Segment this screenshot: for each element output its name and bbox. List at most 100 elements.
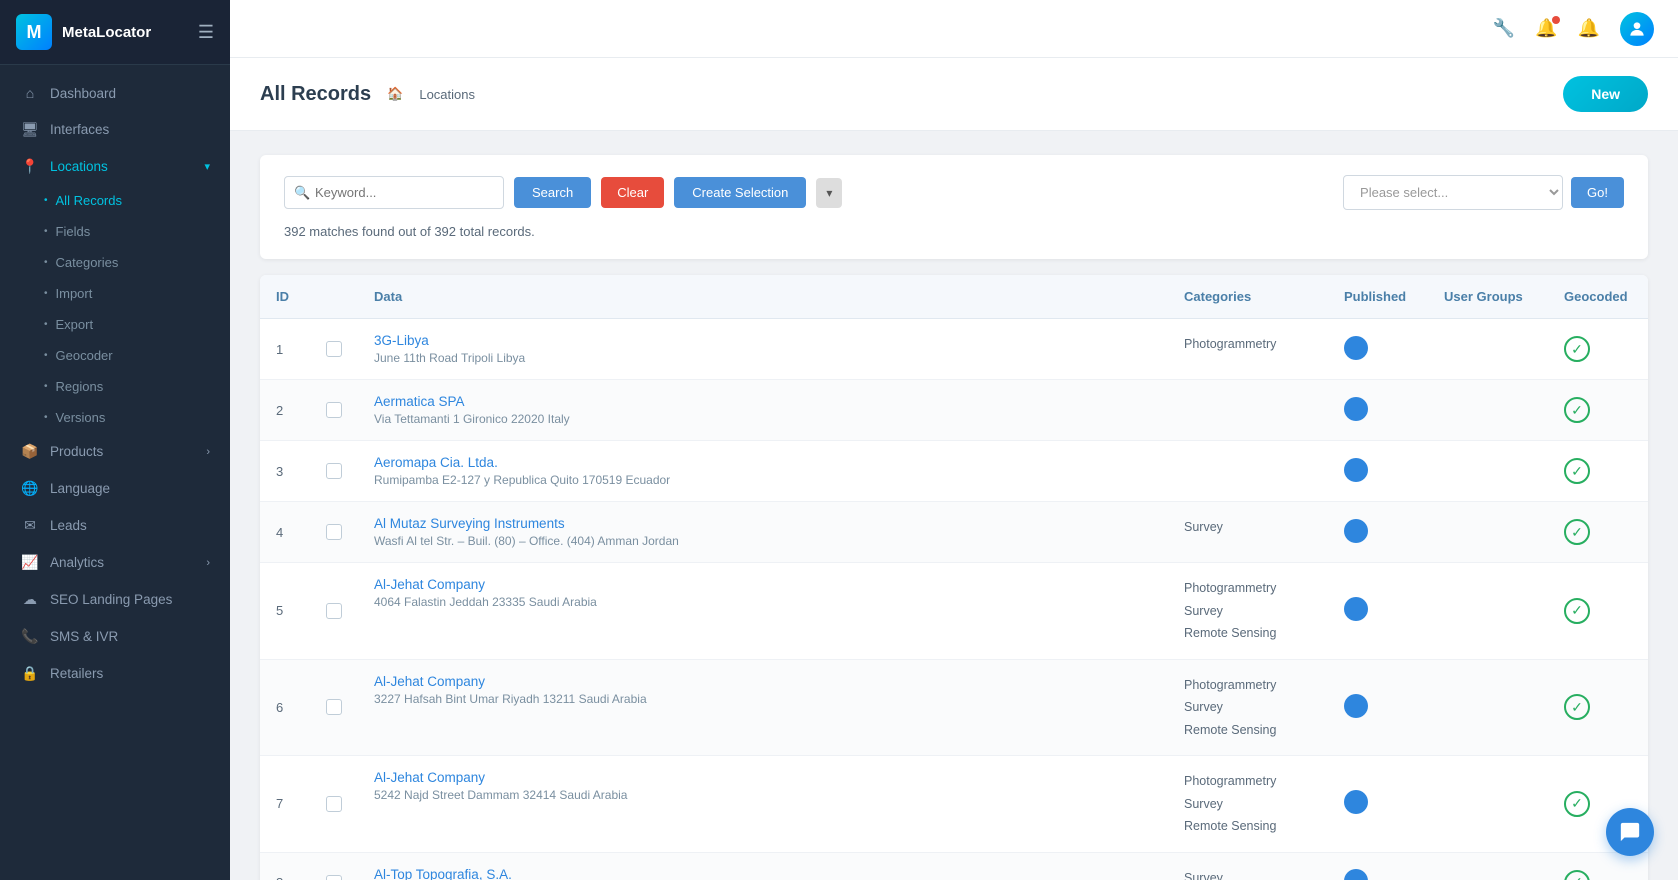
go-button[interactable]: Go! — [1571, 177, 1624, 208]
published-toggle[interactable] — [1344, 790, 1368, 814]
row-checkbox[interactable] — [326, 603, 342, 619]
sidebar-item-export[interactable]: Export — [0, 309, 230, 340]
sidebar-item-geocoder[interactable]: Geocoder — [0, 340, 230, 371]
globe-icon: 🌐 — [20, 480, 40, 497]
cell-user-groups — [1428, 502, 1548, 563]
sidebar-item-interfaces[interactable]: 🖥 Interfaces — [0, 111, 230, 148]
category-tags: Photogrammetry Survey Remote Sensing — [1184, 770, 1312, 838]
clear-button[interactable]: Clear — [601, 177, 664, 208]
record-name[interactable]: Aeromapa Cia. Ltda. — [374, 455, 1152, 470]
sidebar-item-all-records[interactable]: All Records — [0, 185, 230, 216]
record-name[interactable]: Al-Jehat Company — [374, 770, 1152, 785]
record-address: Rumipamba E2-127 y Republica Quito 17051… — [374, 473, 1152, 487]
filter-select[interactable]: Please select... — [1343, 175, 1563, 210]
sidebar-item-label: Analytics — [50, 555, 104, 570]
row-checkbox[interactable] — [326, 699, 342, 715]
published-toggle[interactable] — [1344, 869, 1368, 880]
sidebar-item-fields[interactable]: Fields — [0, 216, 230, 247]
monitor-icon: 🖥 — [20, 121, 40, 138]
record-name[interactable]: Aermatica SPA — [374, 394, 1152, 409]
search-icon: 🔍 — [294, 185, 310, 201]
record-name[interactable]: Al Mutaz Surveying Instruments — [374, 516, 1152, 531]
record-name[interactable]: Al-Top Topografia, S.A. — [374, 867, 1152, 880]
chat-bubble[interactable] — [1606, 808, 1654, 856]
row-checkbox[interactable] — [326, 524, 342, 540]
hamburger-icon[interactable]: ☰ — [198, 22, 214, 43]
logo-text: MetaLocator — [62, 24, 151, 41]
row-checkbox[interactable] — [326, 796, 342, 812]
sidebar-item-seo[interactable]: ☁ SEO Landing Pages — [0, 581, 230, 618]
sidebar-item-locations[interactable]: 📍 Locations ▾ — [0, 148, 230, 185]
cell-id: 5 — [260, 563, 310, 660]
row-checkbox[interactable] — [326, 875, 342, 880]
cell-checkbox — [310, 319, 358, 380]
sidebar-item-retailers[interactable]: 🔒 Retailers — [0, 655, 230, 692]
sidebar-item-import[interactable]: Import — [0, 278, 230, 309]
bell-notification-icon[interactable]: 🔔 — [1535, 18, 1557, 39]
published-toggle[interactable] — [1344, 336, 1368, 360]
cell-published — [1328, 852, 1428, 880]
wrench-icon[interactable]: 🔧 — [1493, 18, 1515, 39]
sidebar-item-dashboard[interactable]: ⌂ Dashboard — [0, 75, 230, 111]
published-toggle[interactable] — [1344, 597, 1368, 621]
cell-user-groups — [1428, 756, 1548, 853]
home-icon: ⌂ — [20, 85, 40, 101]
table-row: 6Al-Jehat Company3227 Hafsah Bint Umar R… — [260, 659, 1648, 756]
location-icon: 📍 — [20, 158, 40, 175]
published-toggle[interactable] — [1344, 397, 1368, 421]
sub-nav-label: Import — [56, 286, 93, 301]
sidebar-item-analytics[interactable]: 📈 Analytics › — [0, 544, 230, 581]
bell-icon[interactable]: 🔔 — [1578, 18, 1600, 39]
record-name[interactable]: Al-Jehat Company — [374, 577, 1152, 592]
cell-categories — [1168, 380, 1328, 441]
geocoded-check: ✓ — [1564, 519, 1590, 545]
sidebar-item-label: SEO Landing Pages — [50, 592, 172, 607]
cell-published — [1328, 756, 1428, 853]
row-checkbox[interactable] — [326, 402, 342, 418]
cell-data: Al-Jehat Company3227 Hafsah Bint Umar Ri… — [358, 659, 1168, 756]
records-table: ID Data Categories Published User Groups… — [260, 275, 1648, 880]
cell-checkbox — [310, 852, 358, 880]
published-toggle[interactable] — [1344, 694, 1368, 718]
row-checkbox[interactable] — [326, 463, 342, 479]
sidebar-item-products[interactable]: 📦 Products › — [0, 433, 230, 470]
cell-checkbox — [310, 563, 358, 660]
dropdown-button[interactable]: ▾ — [816, 178, 842, 208]
published-toggle[interactable] — [1344, 519, 1368, 543]
sidebar-item-regions[interactable]: Regions — [0, 371, 230, 402]
search-button[interactable]: Search — [514, 177, 591, 208]
geocoded-check: ✓ — [1564, 336, 1590, 362]
table-header-row: ID Data Categories Published User Groups… — [260, 275, 1648, 319]
category-tags: Survey — [1184, 867, 1312, 880]
breadcrumb-current: Locations — [419, 87, 475, 102]
search-bar: 🔍 Search Clear Create Selection ▾ Please… — [260, 155, 1648, 259]
sub-nav-label: Versions — [56, 410, 106, 425]
new-button[interactable]: New — [1563, 76, 1648, 112]
record-address: Via Tettamanti 1 Gironico 22020 Italy — [374, 412, 1152, 426]
home-breadcrumb-icon: 🏠 — [387, 86, 403, 102]
sidebar-item-versions[interactable]: Versions — [0, 402, 230, 433]
sub-nav-label: Categories — [56, 255, 119, 270]
published-toggle[interactable] — [1344, 458, 1368, 482]
search-input-wrapper: 🔍 — [284, 176, 504, 209]
search-input[interactable] — [284, 176, 504, 209]
sidebar-item-sms[interactable]: 📞 SMS & IVR — [0, 618, 230, 655]
create-selection-button[interactable]: Create Selection — [674, 177, 806, 208]
table-row: 8Al-Top Topografia, S.A.Carrer de Pallar… — [260, 852, 1648, 880]
cell-checkbox — [310, 502, 358, 563]
breadcrumb: 🏠 Locations — [387, 86, 475, 102]
cloud-icon: ☁ — [20, 591, 40, 608]
sidebar-item-leads[interactable]: ✉ Leads — [0, 507, 230, 544]
sidebar-item-language[interactable]: 🌐 Language — [0, 470, 230, 507]
page-header: All Records 🏠 Locations New — [230, 58, 1678, 131]
sidebar-item-label: Interfaces — [50, 122, 109, 137]
cell-data: Al-Top Topografia, S.A.Carrer de Pallars… — [358, 852, 1168, 880]
record-name[interactable]: 3G-Libya — [374, 333, 1152, 348]
avatar[interactable] — [1620, 12, 1654, 46]
table-row: 3Aeromapa Cia. Ltda.Rumipamba E2-127 y R… — [260, 441, 1648, 502]
record-name[interactable]: Al-Jehat Company — [374, 674, 1152, 689]
record-address: June 11th Road Tripoli Libya — [374, 351, 1152, 365]
category-tags: Survey — [1184, 516, 1312, 539]
row-checkbox[interactable] — [326, 341, 342, 357]
sidebar-item-categories[interactable]: Categories — [0, 247, 230, 278]
